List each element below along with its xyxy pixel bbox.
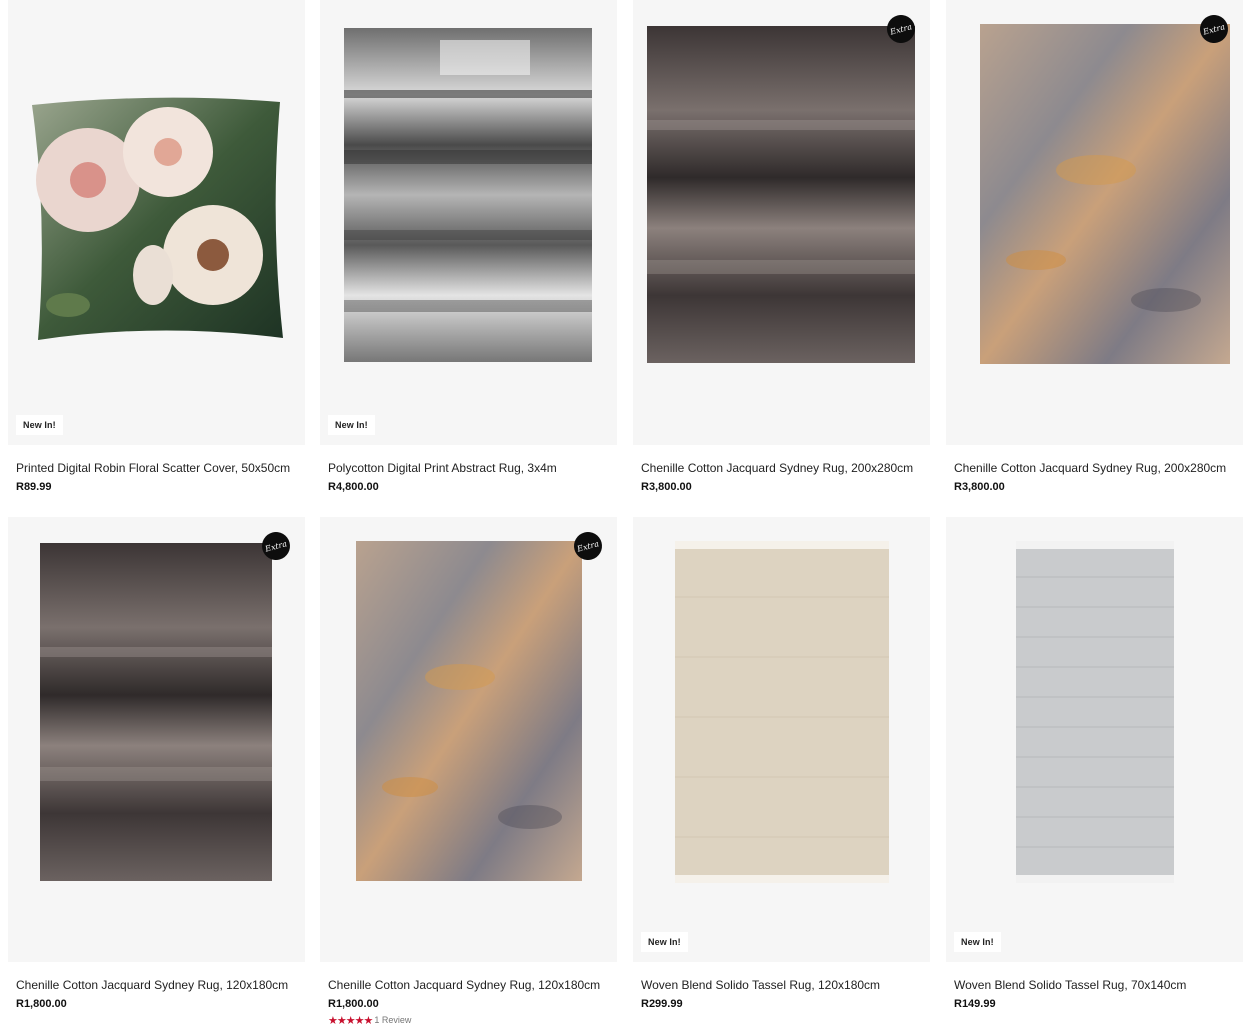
cream-tassel-rug-image xyxy=(675,541,889,883)
product-price: R1,800.00 xyxy=(328,998,379,1010)
product-price: R299.99 xyxy=(641,998,683,1010)
floral-cushion-image xyxy=(32,97,283,340)
product-image-link[interactable]: Extra xyxy=(8,517,305,962)
grey-abstract-rug-image xyxy=(344,28,592,362)
product-image-link[interactable]: Extra xyxy=(633,0,930,445)
beige-ochre-rug-image xyxy=(356,541,582,881)
product-image-link[interactable]: New In! xyxy=(320,0,617,445)
beige-ochre-rug-image xyxy=(980,24,1230,364)
product-name[interactable]: Woven Blend Solido Tassel Rug, 120x180cm xyxy=(641,978,930,992)
product-image-link[interactable]: Extra xyxy=(946,0,1243,445)
product-image-link[interactable]: New In! xyxy=(8,0,305,445)
product-name[interactable]: Woven Blend Solido Tassel Rug, 70x140cm xyxy=(954,978,1243,992)
product-card[interactable]: New In! Printed Digital Robin Floral Sca… xyxy=(8,0,305,493)
product-name[interactable]: Chenille Cotton Jacquard Sydney Rug, 120… xyxy=(328,978,617,992)
new-in-badge: New In! xyxy=(328,415,375,435)
product-name[interactable]: Chenille Cotton Jacquard Sydney Rug, 200… xyxy=(954,461,1243,475)
product-name[interactable]: Polycotton Digital Print Abstract Rug, 3… xyxy=(328,461,617,475)
product-price: R149.99 xyxy=(954,998,996,1010)
product-card[interactable]: Extra Chenille Cotton Jacquard Sydney Ru… xyxy=(8,517,305,1010)
product-price: R4,800.00 xyxy=(328,481,379,493)
product-card[interactable]: Extra Chenille Cotton Jacquard Sydney Ru… xyxy=(320,517,617,1027)
product-card[interactable]: New In! Woven Blend Solido Tassel Rug, 1… xyxy=(633,517,930,1010)
product-name[interactable]: Printed Digital Robin Floral Scatter Cov… xyxy=(16,461,305,475)
product-price: R1,800.00 xyxy=(16,998,67,1010)
product-grid: New In! Printed Digital Robin Floral Sca… xyxy=(0,0,1250,1036)
product-price: R3,800.00 xyxy=(954,481,1005,493)
product-name[interactable]: Chenille Cotton Jacquard Sydney Rug, 200… xyxy=(641,461,930,475)
product-price: R89.99 xyxy=(16,481,52,493)
new-in-badge: New In! xyxy=(641,932,688,952)
product-card[interactable]: New In! Woven Blend Solido Tassel Rug, 7… xyxy=(946,517,1243,1010)
new-in-badge: New In! xyxy=(16,415,63,435)
product-price: R3,800.00 xyxy=(641,481,692,493)
charcoal-rug-image xyxy=(40,543,272,881)
new-in-badge: New In! xyxy=(954,932,1001,952)
grey-tassel-rug-image xyxy=(1016,541,1174,883)
product-card[interactable]: Extra Chenille Cotton Jacquard Sydney Ru… xyxy=(946,0,1243,493)
product-image-link[interactable]: Extra xyxy=(320,517,617,962)
rating-stars-icon: ★★★★★ xyxy=(328,1014,373,1027)
product-name[interactable]: Chenille Cotton Jacquard Sydney Rug, 120… xyxy=(16,978,305,992)
charcoal-rug-image xyxy=(647,26,915,363)
product-image-link[interactable]: New In! xyxy=(946,517,1243,962)
product-rating: ★★★★★ 1 Review xyxy=(328,1014,617,1027)
product-card[interactable]: New In! Polycotton Digital Print Abstrac… xyxy=(320,0,617,493)
review-count-link[interactable]: 1 Review xyxy=(374,1015,411,1025)
product-card[interactable]: Extra Chenille Cotton Jacquard Sydney Ru… xyxy=(633,0,930,493)
product-image-link[interactable]: New In! xyxy=(633,517,930,962)
